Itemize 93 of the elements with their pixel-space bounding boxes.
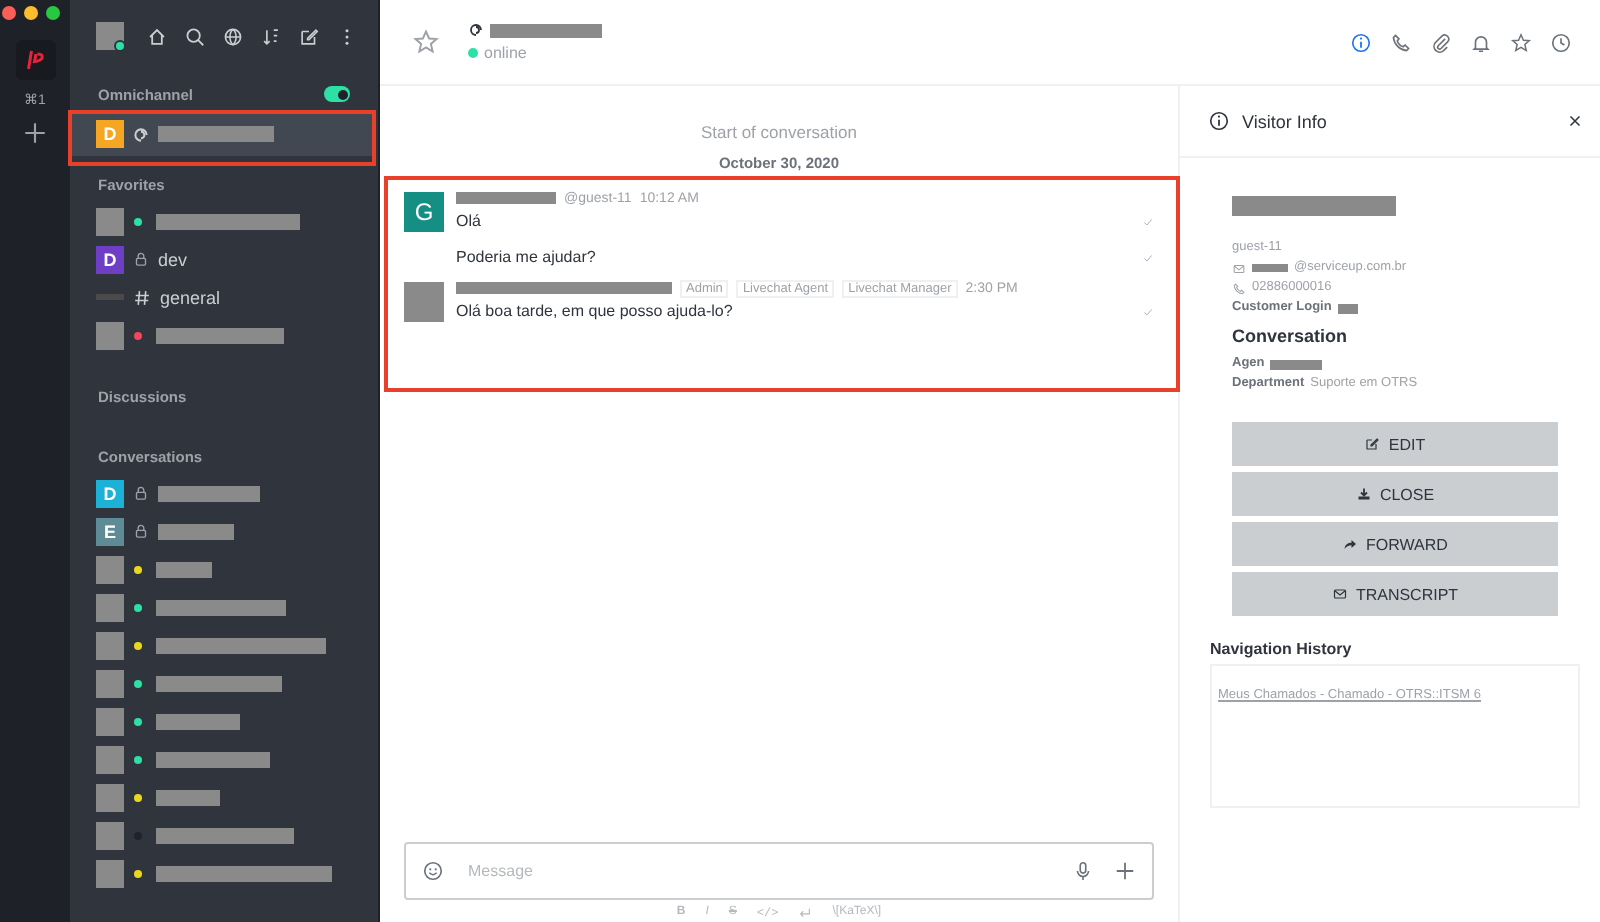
- mail-icon: [1331, 586, 1348, 602]
- emoji-icon[interactable]: [422, 860, 444, 882]
- message-text: Olá boa tarde, em que posso ajuda-lo?: [456, 302, 733, 320]
- user-avatar: D: [96, 245, 124, 273]
- mail-icon: [1232, 261, 1246, 275]
- share-arrow-icon: [1342, 536, 1359, 552]
- section-heading: Conversation: [1232, 326, 1350, 346]
- sidebar-item[interactable]: general: [70, 278, 378, 316]
- phone-icon[interactable]: [1390, 31, 1412, 53]
- bell-icon[interactable]: [1470, 31, 1492, 53]
- check-icon: [1142, 215, 1154, 227]
- user-avatar: G: [404, 192, 444, 232]
- transcript-button[interactable]: TRANSCRIPT: [1232, 572, 1558, 616]
- redacted-bar: [156, 713, 240, 729]
- redacted-bar: [156, 561, 212, 577]
- message-composer[interactable]: Message: [404, 842, 1154, 900]
- user-avatar: D: [96, 479, 124, 507]
- user-avatar: [96, 859, 124, 887]
- user-avatar: [96, 669, 124, 697]
- sort-icon[interactable]: [260, 25, 282, 47]
- message-field[interactable]: Message: [464, 860, 1052, 882]
- user-avatar: E: [96, 517, 124, 545]
- redacted-bar: [1270, 359, 1323, 369]
- edit-button[interactable]: EDIT: [1232, 422, 1558, 466]
- check-icon: [1142, 251, 1154, 263]
- phone-icon: [1232, 281, 1246, 295]
- user-avatar: D: [96, 120, 124, 148]
- sidebar-item[interactable]: D: [70, 112, 372, 156]
- sidebar-item[interactable]: D dev: [70, 240, 378, 278]
- globe-icon[interactable]: [222, 25, 244, 47]
- redacted-bar: [156, 675, 282, 691]
- user-avatar: [96, 745, 124, 773]
- minimize-window-button[interactable]: [24, 6, 38, 20]
- omnichannel-toggle[interactable]: [324, 86, 350, 102]
- plus-icon[interactable]: [1114, 860, 1136, 882]
- close-icon[interactable]: [1566, 112, 1584, 130]
- redacted-bar: [156, 789, 220, 805]
- redacted-bar: [156, 599, 286, 615]
- redacted-bar: [158, 126, 274, 142]
- status-dot: [468, 48, 478, 58]
- panel-title: Visitor Info: [1242, 111, 1327, 131]
- microphone-icon[interactable]: [1072, 860, 1094, 882]
- search-icon[interactable]: [184, 25, 206, 47]
- forward-button[interactable]: FORWARD: [1232, 522, 1558, 566]
- redacted-bar: [158, 485, 260, 501]
- sidebar-item[interactable]: E: [70, 512, 378, 550]
- livechat-icon: [468, 22, 484, 38]
- download-icon: [1355, 486, 1372, 502]
- livechat-icon: [132, 125, 150, 143]
- star-icon[interactable]: [412, 28, 440, 56]
- edit-icon[interactable]: [298, 25, 320, 47]
- message-text: Poderia me ajudar?: [456, 248, 596, 266]
- user-avatar: [96, 821, 124, 849]
- redacted-bar: [1337, 303, 1358, 313]
- user-avatar: [96, 783, 124, 811]
- info-icon[interactable]: [1350, 31, 1372, 53]
- star-icon[interactable]: [1510, 31, 1532, 53]
- clock-icon[interactable]: [1550, 31, 1572, 53]
- add-server-icon[interactable]: [22, 120, 48, 146]
- user-avatar: [96, 555, 124, 583]
- close-window-button[interactable]: [2, 6, 16, 20]
- user-avatar: [96, 207, 124, 235]
- redacted-bar: [158, 523, 235, 539]
- user-avatar: [96, 707, 124, 735]
- lock-icon: [132, 250, 150, 268]
- redacted-bar: [456, 192, 556, 204]
- section-heading: Navigation History: [1210, 640, 1354, 658]
- message-text: Olá: [456, 212, 481, 230]
- user-avatar: [404, 282, 444, 322]
- hash-icon: [132, 287, 152, 307]
- redacted-bar: [156, 327, 284, 343]
- close-button[interactable]: CLOSE: [1232, 472, 1558, 516]
- conversation-start: Start of conversation: [699, 122, 859, 142]
- redacted-bar: [156, 751, 270, 767]
- edit-icon: [1364, 436, 1381, 452]
- redacted-bar: [490, 23, 602, 37]
- info-icon: [1208, 110, 1230, 132]
- user-avatar: [96, 631, 124, 659]
- status-text: online: [484, 44, 527, 62]
- lock-icon: [132, 522, 150, 540]
- sidebar-item[interactable]: D: [70, 474, 378, 512]
- check-icon: [1142, 305, 1154, 317]
- lock-icon: [132, 484, 150, 502]
- redacted-bar: [156, 827, 294, 843]
- redacted-bar: [1252, 264, 1288, 272]
- redacted-bar: [156, 213, 300, 229]
- home-icon[interactable]: [146, 25, 168, 47]
- server-logo[interactable]: [15, 40, 55, 80]
- user-avatar: [96, 321, 124, 349]
- paperclip-icon[interactable]: [1430, 31, 1452, 53]
- user-avatar[interactable]: [96, 22, 124, 50]
- user-avatar: [96, 593, 124, 621]
- zoom-window-button[interactable]: [46, 6, 60, 20]
